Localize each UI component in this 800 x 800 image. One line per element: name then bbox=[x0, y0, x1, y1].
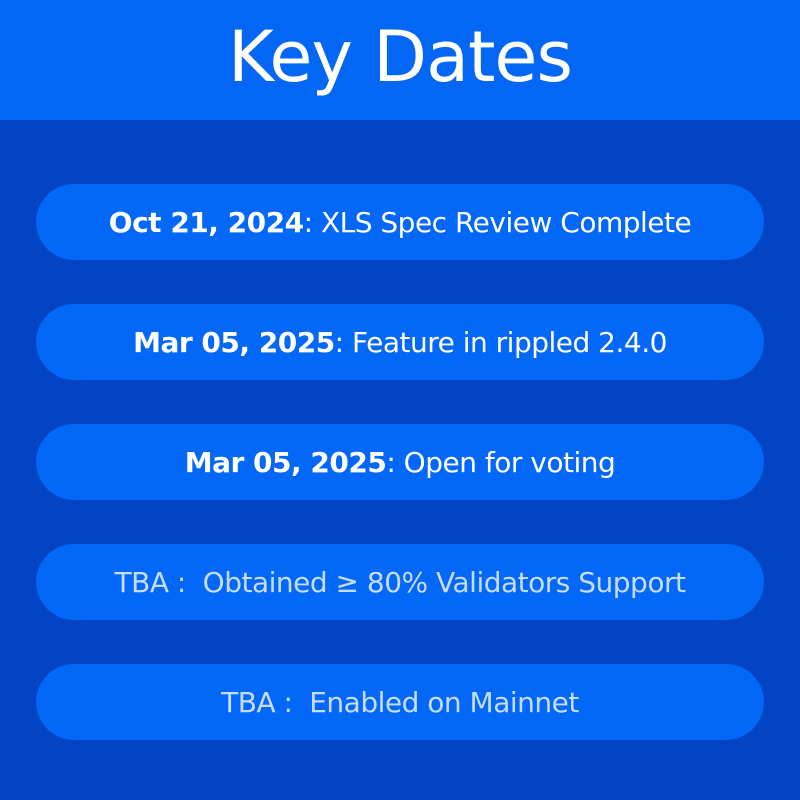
milestone-date: Mar 05, 2025 bbox=[184, 445, 387, 479]
header-banner: Key Dates bbox=[0, 0, 800, 120]
milestone-item-mainnet: TBA : Enabled on Mainnet bbox=[36, 664, 764, 740]
milestone-item-open-voting: Mar 05, 2025: Open for voting bbox=[36, 424, 764, 500]
milestone-separator: : bbox=[303, 205, 321, 239]
milestone-date: TBA bbox=[221, 685, 276, 719]
page-title: Key Dates bbox=[228, 16, 573, 98]
milestone-label: Obtained ≥ 80% Validators Support bbox=[202, 565, 686, 599]
milestone-item-validator-support: TBA : Obtained ≥ 80% Validators Support bbox=[36, 544, 764, 620]
milestone-label: XLS Spec Review Complete bbox=[320, 205, 692, 239]
milestone-item-rippled-release: Mar 05, 2025: Feature in rippled 2.4.0 bbox=[36, 304, 764, 380]
milestone-date: TBA bbox=[114, 565, 169, 599]
milestone-label: Feature in rippled 2.4.0 bbox=[352, 325, 667, 359]
milestone-item-spec-review: Oct 21, 2024: XLS Spec Review Complete bbox=[36, 184, 764, 260]
milestone-separator: : bbox=[168, 565, 203, 599]
milestone-separator: : bbox=[386, 445, 404, 479]
milestone-separator: : bbox=[275, 685, 310, 719]
milestone-date: Mar 05, 2025 bbox=[133, 325, 335, 359]
milestone-label: Open for voting bbox=[403, 445, 616, 479]
milestone-separator: : bbox=[334, 325, 353, 359]
milestone-list: Oct 21, 2024: XLS Spec Review Complete M… bbox=[36, 184, 764, 784]
milestone-date: Oct 21, 2024 bbox=[108, 205, 304, 239]
milestone-label: Enabled on Mainnet bbox=[309, 685, 579, 719]
